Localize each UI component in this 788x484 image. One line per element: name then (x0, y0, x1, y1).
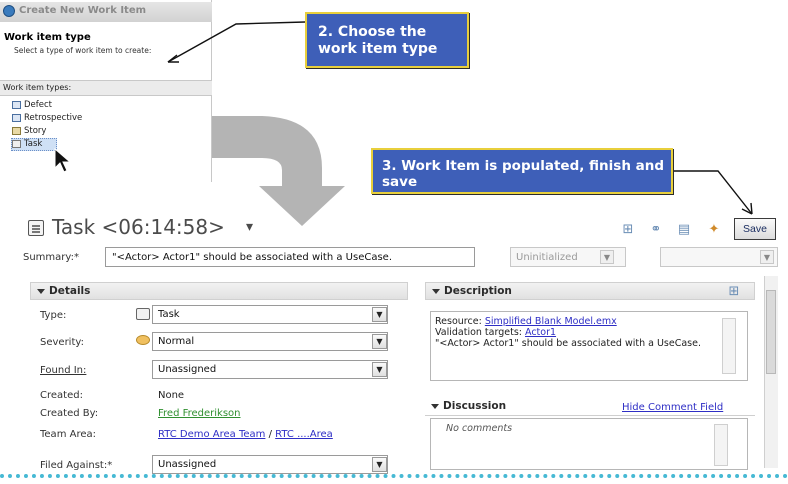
chevron-down-icon[interactable]: ▼ (372, 457, 387, 472)
no-comments-text: No comments (446, 423, 513, 434)
type-label: Type: (40, 310, 67, 321)
link-icon[interactable]: ⚭ (646, 220, 666, 238)
work-item-title: Task <06:14:58> (52, 215, 225, 239)
description-heading: Description (444, 285, 512, 297)
validation-label: Validation targets: (435, 327, 522, 338)
task-icon (28, 220, 44, 236)
find-duplicates-icon[interactable]: ⊞ (618, 220, 638, 238)
description-resource-line: Resource: Simplified Blank Model.emx (435, 316, 743, 327)
summary-label: Summary:* (23, 252, 79, 263)
chevron-down-icon[interactable]: ▼ (372, 334, 387, 349)
team-area-label: Team Area: (40, 429, 96, 440)
team-area-separator: / (268, 429, 272, 440)
attach-icon[interactable]: ▤ (674, 220, 694, 238)
summary-input[interactable]: "<Actor> Actor1" should be associated wi… (105, 247, 475, 267)
description-edit-icon[interactable]: ⊞ (724, 283, 744, 299)
big-grey-flow-arrow-icon (212, 116, 345, 226)
description-scrollbar[interactable] (722, 318, 736, 374)
team-area-link[interactable]: RTC Demo Area Team (158, 429, 265, 440)
task-type-icon (136, 308, 150, 320)
found-in-label[interactable]: Found In: (40, 365, 86, 376)
chevron-down-icon[interactable]: ▼ (372, 362, 387, 377)
collapse-triangle-icon (432, 289, 440, 294)
filed-against-select[interactable]: Unassigned (152, 455, 388, 474)
editor-scrollbar-thumb[interactable] (766, 290, 776, 374)
discussion-scrollbar[interactable] (714, 424, 728, 466)
type-select[interactable]: Task (152, 305, 388, 324)
severity-normal-icon (136, 335, 150, 345)
chevron-down-icon[interactable]: ▼ (600, 250, 614, 264)
resource-label: Resource: (435, 316, 482, 327)
created-value: None (158, 390, 185, 401)
description-validation-line: Validation targets: Actor1 (435, 327, 743, 338)
title-dropdown-icon[interactable]: ▾ (246, 219, 253, 235)
description-box[interactable]: Resource: Simplified Blank Model.emx Val… (430, 311, 748, 381)
filed-against-label: Filed Against:* (40, 460, 113, 471)
discussion-heading: Discussion (443, 400, 507, 412)
created-label: Created: (40, 390, 83, 401)
callout2-leader-line (167, 21, 306, 63)
save-button[interactable]: Save (734, 218, 776, 240)
chevron-down-icon[interactable]: ▼ (760, 250, 774, 264)
description-text: "<Actor> Actor1" should be associated wi… (435, 338, 701, 349)
validation-link[interactable]: Actor1 (525, 327, 556, 338)
created-by-label: Created By: (40, 408, 99, 419)
callout3-leader-line (673, 170, 753, 215)
created-by-link[interactable]: Fred Frederikson (158, 408, 241, 419)
details-heading: Details (49, 285, 91, 297)
callout-step-3-text: 3. Work Item is populated, finish and sa… (382, 158, 665, 190)
found-in-select[interactable]: Unassigned (152, 360, 388, 379)
details-section-header[interactable]: Details (30, 282, 408, 300)
severity-select[interactable]: Normal (152, 332, 388, 351)
resource-link[interactable]: Simplified Blank Model.emx (485, 316, 617, 327)
collapse-triangle-icon (37, 289, 45, 294)
hide-comment-field-link[interactable]: Hide Comment Field (622, 402, 723, 413)
callout-step-2-text: 2. Choose the work item type (318, 24, 438, 57)
chevron-down-icon[interactable]: ▼ (372, 307, 387, 322)
team-area-value: RTC Demo Area Team / RTC ....Area (158, 429, 333, 440)
collapse-triangle-icon (431, 404, 439, 409)
dotted-divider (0, 474, 788, 478)
description-section-header[interactable]: Description (425, 282, 755, 300)
refresh-icon[interactable]: ✦ (704, 220, 724, 238)
severity-label: Severity: (40, 337, 84, 348)
team-area-parent-link[interactable]: RTC ....Area (275, 429, 333, 440)
